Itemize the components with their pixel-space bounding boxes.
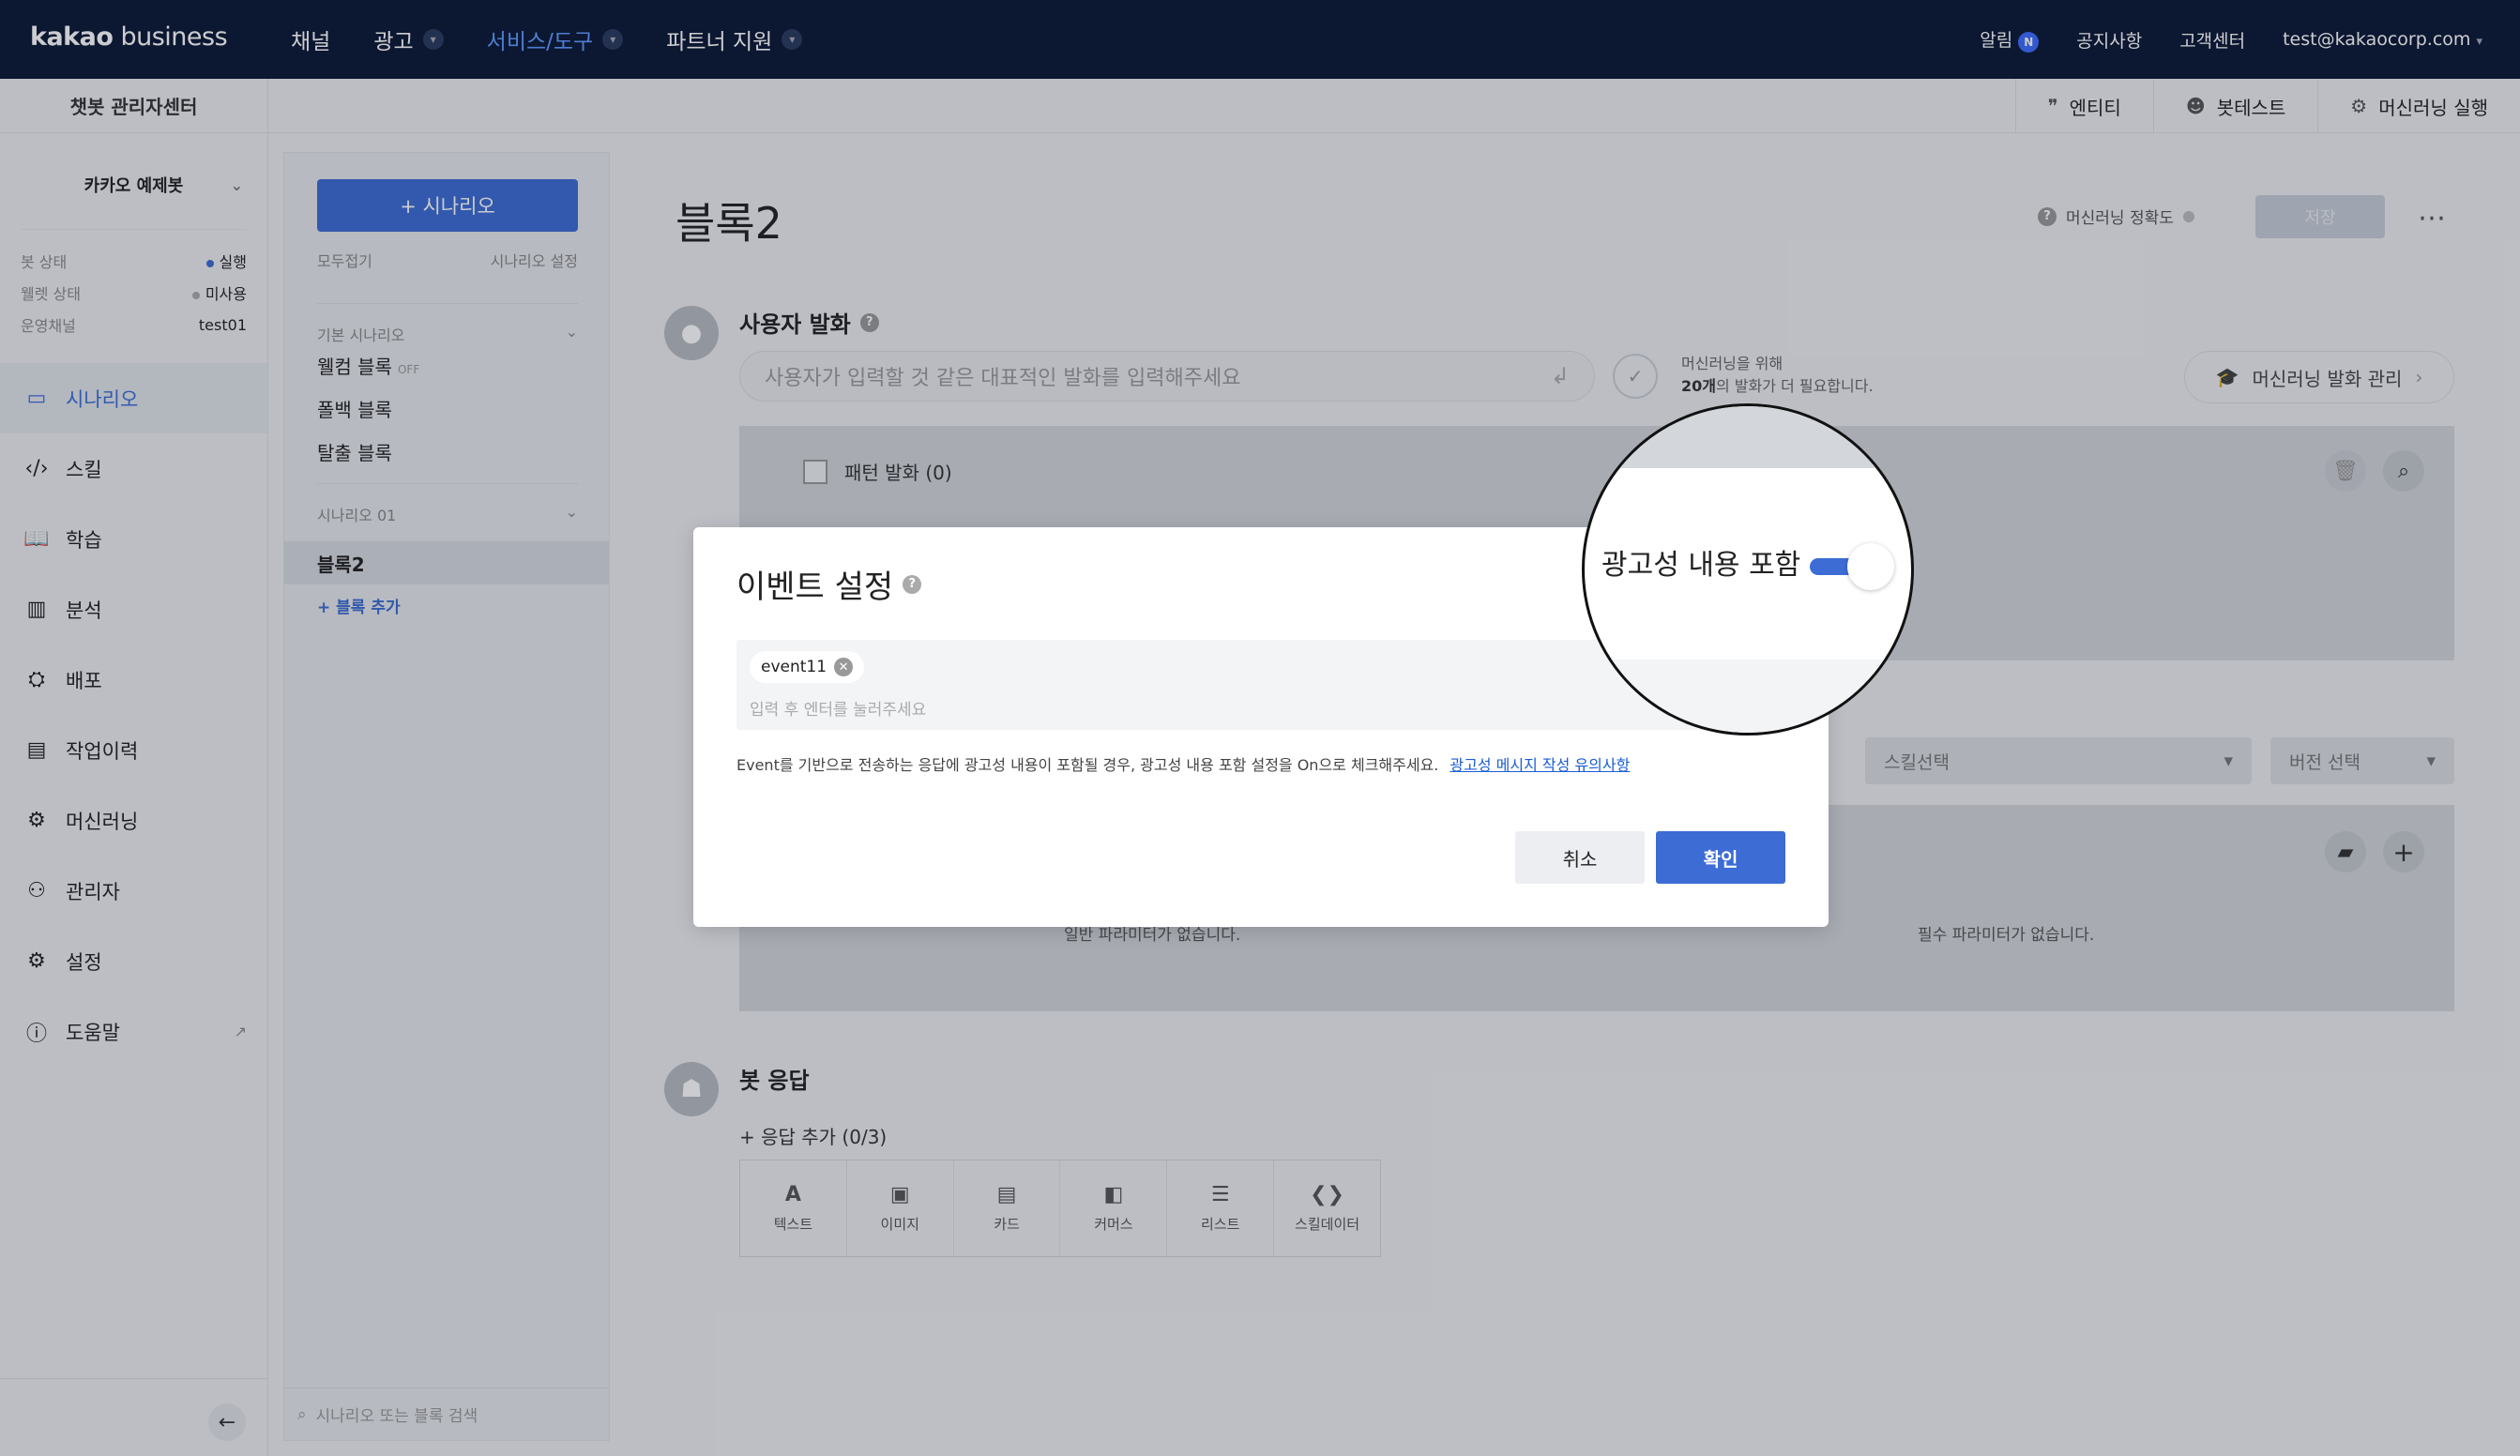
ad-content-toggle[interactable] bbox=[1810, 543, 1896, 590]
magnified-pattern-area bbox=[1585, 406, 1911, 468]
ad-content-notice: Event를 기반으로 전송하는 응답에 광고성 내용이 포함될 경우, 광고성… bbox=[736, 756, 1631, 774]
remove-tag-icon[interactable]: ✕ bbox=[834, 658, 854, 676]
event-tag: event11 ✕ bbox=[750, 651, 865, 683]
magnified-tag-area bbox=[1585, 660, 1911, 733]
cancel-button[interactable]: 취소 bbox=[1515, 831, 1645, 884]
toggle-knob bbox=[1847, 543, 1894, 590]
ad-toggle-label: 광고성 내용 포함 bbox=[1602, 549, 1801, 582]
modal-title: 이벤트 설정? bbox=[736, 561, 922, 607]
ad-message-guide-link[interactable]: 광고성 메시지 작성 유의사항 bbox=[1450, 756, 1630, 774]
tag-input-placeholder: 입력 후 엔터를 눌러주세요 bbox=[750, 701, 927, 720]
zoom-magnifier: 광고성 내용 포함 bbox=[1582, 403, 1914, 736]
confirm-button[interactable]: 확인 bbox=[1656, 831, 1785, 884]
help-icon[interactable]: ? bbox=[903, 574, 922, 594]
